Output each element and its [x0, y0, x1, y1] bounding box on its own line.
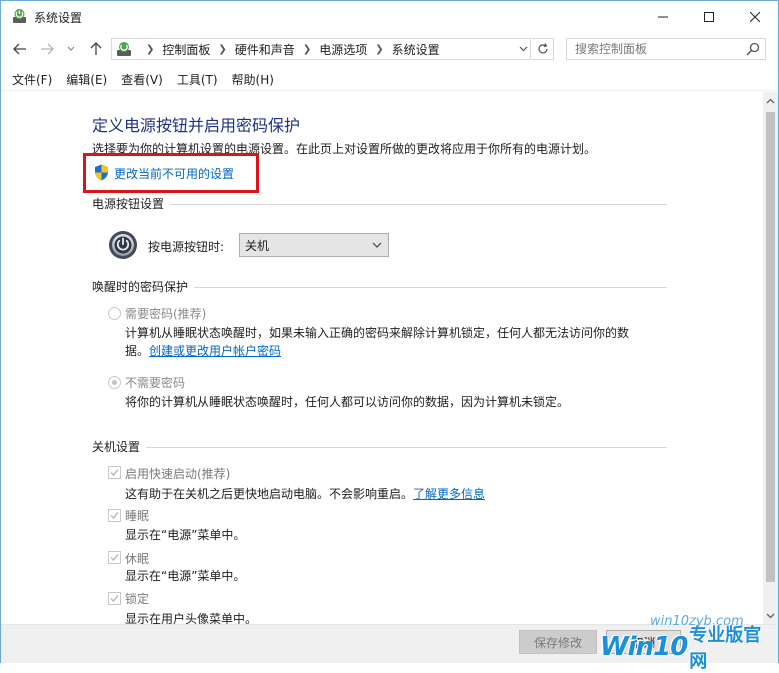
- create-change-password-link[interactable]: 创建或更改用户帐户密码: [149, 344, 281, 358]
- breadcrumb-item[interactable]: 控制面板: [162, 41, 210, 58]
- minimize-icon: [658, 16, 668, 17]
- section-label: 唤醒时的密码保护: [92, 280, 189, 294]
- watermark-text: 专业版官网: [689, 624, 762, 672]
- page-title: 定义电源按钮并启用密码保护: [92, 116, 301, 135]
- search-input[interactable]: [567, 39, 742, 59]
- maximize-button[interactable]: [686, 1, 732, 32]
- menu-bar: 文件(F) 编辑(E) 查看(V) 工具(T) 帮助(H): [1, 69, 778, 91]
- chevron-up-icon: [766, 98, 775, 103]
- checkmark-icon: [110, 554, 119, 562]
- up-button[interactable]: [85, 39, 107, 59]
- description-text: 据。: [125, 344, 150, 358]
- hibernate-description: 显示在“电源”菜单中。: [125, 569, 246, 583]
- system-settings-window: 系统设置 ❯ 控制面板 ❯ 硬件和声音 ❯ 电源选项 ❯ 系统设置 搜索控制面板…: [0, 0, 779, 663]
- section-label: 关机设置: [92, 440, 141, 454]
- section-label: 电源按钮设置: [92, 197, 165, 211]
- no-password-description: 将你的计算机从睡眠状态唤醒时，任何人都可以访问你的数据，因为计算机未锁定。: [125, 395, 570, 409]
- refresh-button[interactable]: [532, 38, 554, 60]
- require-password-label: 需要密码(推荐): [125, 307, 207, 321]
- power-button-icon: [109, 231, 137, 259]
- hibernate-label: 休眠: [125, 552, 150, 566]
- breadcrumb-item[interactable]: 硬件和声音: [235, 41, 295, 58]
- fast-startup-checkbox[interactable]: [108, 466, 121, 479]
- section-divider: [194, 287, 667, 288]
- scroll-up-button[interactable]: [763, 92, 778, 109]
- lock-description: 显示在用户头像菜单中。: [125, 612, 258, 624]
- wake-password-section-header: 唤醒时的密码保护: [92, 278, 667, 295]
- checkmark-icon: [110, 469, 119, 477]
- scrollbar-thumb[interactable]: [766, 112, 775, 582]
- back-button[interactable]: [9, 39, 31, 59]
- arrow-up-icon: [90, 42, 102, 55]
- watermark-logo: Win10 专业版官网: [600, 625, 779, 672]
- power-button-action-select[interactable]: 关机: [239, 233, 389, 257]
- control-panel-icon: [117, 42, 131, 56]
- arrow-left-icon: [13, 43, 26, 55]
- require-password-description-cont: 据。创建或更改用户帐户密码: [125, 342, 281, 359]
- breadcrumb-separator-icon[interactable]: ❯: [218, 44, 226, 55]
- breadcrumb-separator-icon[interactable]: ❯: [375, 44, 383, 55]
- address-history-button[interactable]: [515, 39, 531, 59]
- menu-help[interactable]: 帮助(H): [225, 69, 281, 90]
- close-icon: [750, 11, 760, 22]
- power-button-section-header: 电源按钮设置: [92, 195, 667, 212]
- save-changes-button[interactable]: 保存修改: [519, 630, 597, 654]
- section-divider: [146, 447, 667, 448]
- select-value: 关机: [245, 238, 270, 253]
- checkmark-icon: [110, 595, 119, 603]
- chevron-down-icon: [519, 46, 527, 52]
- menu-tools[interactable]: 工具(T): [170, 69, 225, 90]
- search-box[interactable]: [566, 38, 766, 60]
- chevron-down-icon: [766, 613, 775, 618]
- title-bar[interactable]: 系统设置: [1, 1, 778, 32]
- breadcrumb: ❯ 控制面板 ❯ 硬件和声音 ❯ 电源选项 ❯ 系统设置: [138, 39, 440, 59]
- lock-label: 锁定: [125, 592, 150, 606]
- no-password-label: 不需要密码: [125, 376, 186, 390]
- breadcrumb-item[interactable]: 电源选项: [319, 41, 367, 58]
- power-button-action-label: 按电源按钮时:: [148, 240, 225, 254]
- content-pane: 定义电源按钮并启用密码保护 选择要为你的计算机设置的电源设置。在此页上对设置所做…: [1, 92, 763, 624]
- section-divider: [170, 204, 667, 205]
- uac-shield-icon: [95, 164, 108, 181]
- fast-startup-description: 这有助于在关机之后更快地启动电脑。不会影响重启。了解更多信息: [125, 485, 485, 502]
- watermark-brand: Win10: [600, 631, 688, 662]
- menu-view[interactable]: 查看(V): [114, 69, 170, 90]
- change-unavailable-settings-link[interactable]: 更改当前不可用的设置: [114, 165, 234, 182]
- breadcrumb-item[interactable]: 系统设置: [392, 41, 440, 58]
- checkmark-icon: [110, 512, 119, 520]
- no-password-radio[interactable]: [108, 376, 121, 389]
- description-text: 这有助于在关机之后更快地启动电脑。不会影响重启。: [125, 487, 414, 501]
- search-icon[interactable]: [745, 41, 761, 57]
- close-button[interactable]: [732, 1, 778, 32]
- forward-button[interactable]: [36, 39, 58, 59]
- arrow-right-icon: [41, 43, 54, 55]
- address-bar[interactable]: ❯ 控制面板 ❯ 硬件和声音 ❯ 电源选项 ❯ 系统设置: [111, 38, 531, 60]
- sleep-label: 睡眠: [125, 509, 150, 523]
- menu-edit[interactable]: 编辑(E): [59, 69, 114, 90]
- power-options-icon: [13, 9, 26, 23]
- hibernate-checkbox[interactable]: [108, 551, 121, 564]
- chevron-down-icon: [67, 46, 75, 51]
- require-password-radio[interactable]: [108, 307, 121, 320]
- maximize-icon: [704, 11, 714, 22]
- minimize-button[interactable]: [640, 1, 686, 32]
- refresh-icon: [537, 43, 548, 54]
- sleep-description: 显示在“电源”菜单中。: [125, 528, 246, 542]
- navigation-bar: ❯ 控制面板 ❯ 硬件和声音 ❯ 电源选项 ❯ 系统设置: [1, 33, 778, 65]
- require-password-description: 计算机从睡眠状态唤醒时，如果未输入正确的密码来解除计算机锁定，任何人都无法访问你…: [125, 326, 630, 340]
- breadcrumb-separator-icon: ❯: [146, 43, 155, 55]
- menu-file[interactable]: 文件(F): [5, 69, 59, 90]
- breadcrumb-separator-icon[interactable]: ❯: [303, 44, 311, 55]
- chevron-down-icon: [372, 242, 382, 248]
- window-title: 系统设置: [34, 11, 83, 25]
- change-settings-highlight: 更改当前不可用的设置: [83, 153, 259, 193]
- sleep-checkbox[interactable]: [108, 509, 121, 522]
- recent-locations-button[interactable]: [63, 39, 79, 59]
- vertical-scrollbar[interactable]: [763, 92, 778, 624]
- learn-more-link[interactable]: 了解更多信息: [413, 487, 485, 501]
- lock-checkbox[interactable]: [108, 592, 121, 605]
- shutdown-section-header: 关机设置: [92, 438, 667, 455]
- fast-startup-label: 启用快速启动(推荐): [125, 467, 231, 481]
